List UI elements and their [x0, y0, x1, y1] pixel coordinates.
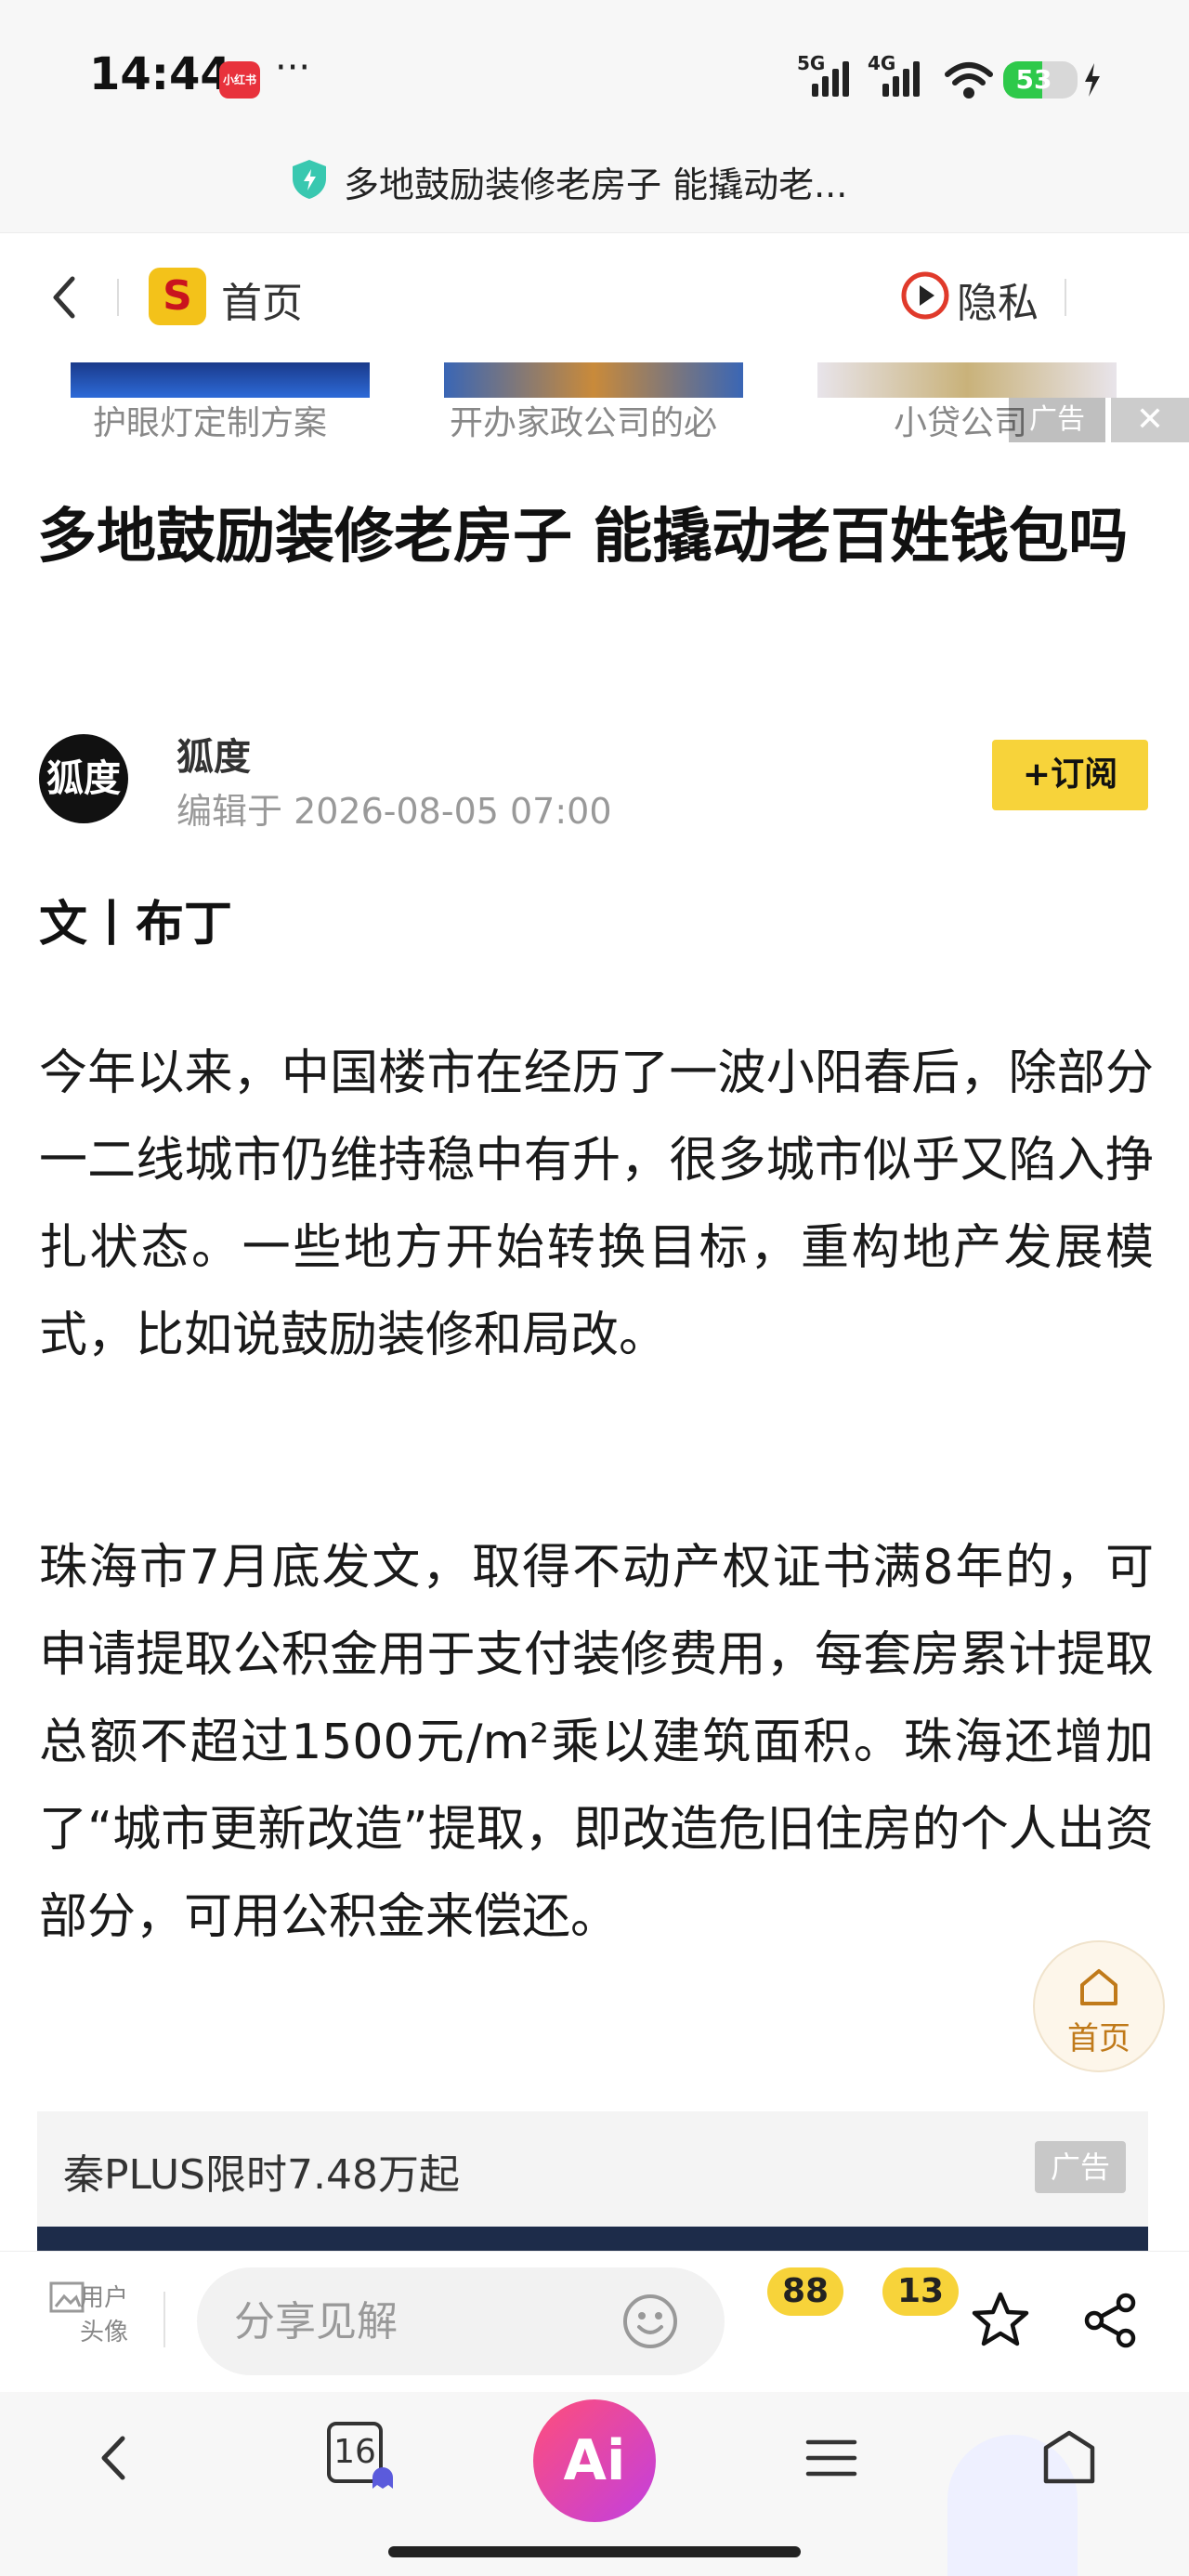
divider [117, 279, 119, 316]
edit-timestamp: 编辑于 2026-08-05 07:00 [176, 791, 612, 832]
home-link[interactable]: 首页 [221, 269, 303, 329]
ad-image-eye-lamp[interactable] [71, 362, 370, 398]
ad-label: 广告 [1009, 398, 1105, 442]
author-name[interactable]: 狐度 [176, 727, 251, 781]
home-indicator[interactable] [388, 2546, 801, 2557]
floating-home-button[interactable]: 首页 [1033, 1940, 1165, 2072]
ad-caption[interactable]: 护眼灯定制方案 [93, 396, 327, 444]
ad-caption[interactable]: 小贷公司 [894, 396, 1027, 444]
sponsored-title[interactable]: 秦PLUS限时7.48万起 [63, 2141, 460, 2201]
divider [163, 2292, 165, 2347]
floating-home-label: 首页 [1067, 2020, 1130, 2057]
menu-icon[interactable] [799, 2425, 864, 2491]
ad-image-loan[interactable] [817, 362, 1117, 398]
author-avatar[interactable]: 狐度 [39, 734, 128, 823]
ad-image-housekeeping[interactable] [444, 362, 743, 398]
article-paragraph: 珠海市7月底发文，取得不动产权证书满8年的，可申请提取公积金用于支付装修费用，每… [39, 1540, 1154, 1945]
app-notification-icon: 小红书 [219, 61, 260, 99]
home-icon [1080, 1969, 1117, 2005]
emoji-icon[interactable] [621, 2292, 680, 2351]
status-time: 14:44 [89, 48, 231, 100]
ad-close-button[interactable]: ✕ [1111, 398, 1189, 442]
privacy-icon[interactable] [901, 271, 949, 320]
like-count-badge[interactable]: 13 [882, 2267, 960, 2316]
secure-shield-icon [293, 160, 326, 199]
ad-label: 广告 [1035, 2141, 1126, 2193]
wifi-icon [945, 62, 993, 99]
charging-icon [1085, 63, 1100, 97]
star-icon[interactable] [970, 2290, 1031, 2351]
image-alt-text: 用户头像 [80, 2284, 129, 2346]
share-icon[interactable] [1079, 2290, 1141, 2351]
more-notifications-icon: ··· [275, 46, 311, 89]
divider [1065, 279, 1066, 316]
article-headline: 多地鼓励装修老房子 能撬动老百姓钱包吗 [37, 503, 1129, 572]
battery-level: 53 [1015, 64, 1052, 95]
ai-assistant-button[interactable]: Ai [533, 2399, 656, 2522]
subscribe-button[interactable]: +订阅 [992, 740, 1148, 810]
article-paragraph: 今年以来，中国楼市在经历了一波小阳春后，除部分一二线城市仍维持稳中有升，很多城市… [39, 1045, 1154, 1363]
comment-count-badge[interactable]: 88 [767, 2267, 844, 2316]
page-title: 多地鼓励装修老房子 能撬动老... [344, 164, 848, 205]
browser-home-icon[interactable] [1037, 2425, 1102, 2491]
site-logo[interactable]: S [149, 268, 206, 325]
privacy-link[interactable]: 隐私 [957, 269, 1039, 329]
ad-caption[interactable]: 开办家政公司的必 [450, 396, 717, 444]
article-byline: 文丨布丁 [39, 897, 233, 953]
battery-icon: 53 [1003, 61, 1078, 99]
back-icon[interactable] [45, 269, 82, 325]
browser-back-icon[interactable] [84, 2425, 149, 2491]
incognito-ghost-icon [372, 2467, 393, 2489]
broken-image-icon[interactable]: 用户头像 [48, 2279, 136, 2357]
